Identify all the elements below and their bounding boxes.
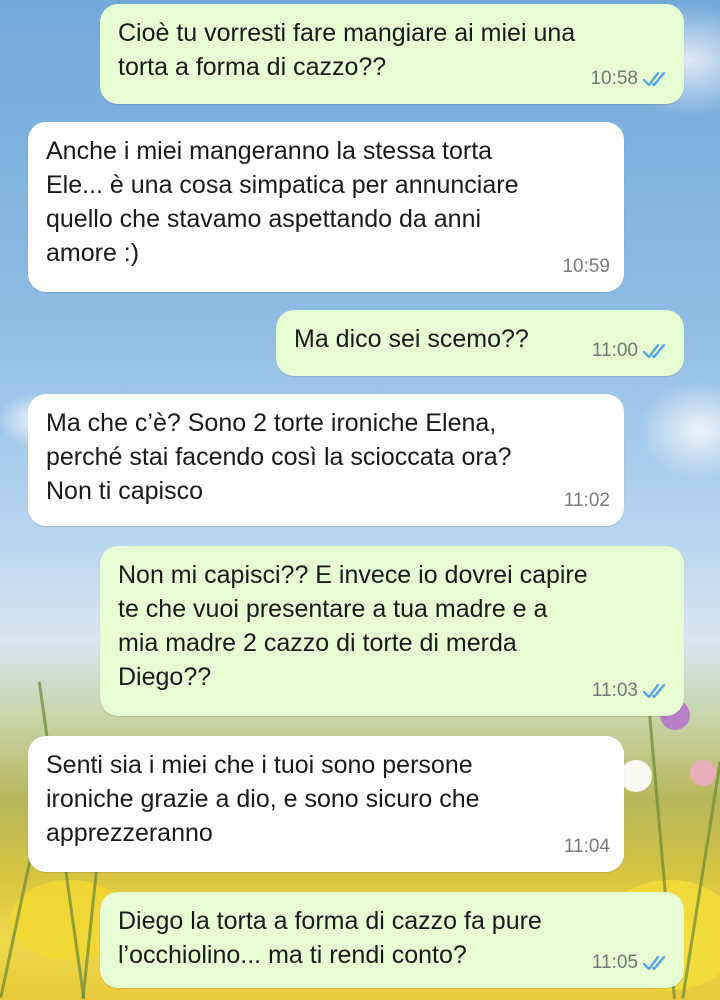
message-bubble-outgoing[interactable]: Non mi capisci?? E invece io dovrei capi… — [100, 546, 684, 716]
message-bubble-incoming[interactable]: Ma che c’è? Sono 2 torte ironiche Elena,… — [28, 394, 624, 526]
message-bubble-outgoing[interactable]: Diego la torta a forma di cazzo fa pure … — [100, 892, 684, 988]
message-text: Cioè tu vorresti fare mangiare ai miei u… — [118, 19, 576, 81]
message-time: 11:00 — [591, 340, 638, 361]
read-ticks-icon — [642, 683, 666, 699]
message-meta: 11:03 — [592, 674, 670, 708]
message-text: Diego la torta a forma di cazzo fa pure … — [118, 907, 542, 969]
message-time: 11:04 — [563, 836, 610, 857]
message-bubble-outgoing[interactable]: Cioè tu vorresti fare mangiare ai miei u… — [100, 4, 684, 104]
message-text: Anche i miei mangeranno la stessa torta … — [46, 137, 519, 267]
read-ticks-icon — [642, 343, 666, 359]
message-meta: 11:00 — [592, 334, 670, 368]
chat-message-list[interactable]: Cioè tu vorresti fare mangiare ai miei u… — [0, 0, 720, 1000]
message-text: Senti sia i miei che i tuoi sono persone… — [46, 751, 480, 847]
read-ticks-icon — [642, 955, 666, 971]
message-meta: 11:02 — [564, 484, 610, 518]
message-meta: 10:58 — [590, 62, 670, 96]
message-meta: 11:05 — [592, 946, 670, 980]
message-bubble-incoming[interactable]: Senti sia i miei che i tuoi sono persone… — [28, 736, 624, 872]
message-bubble-incoming[interactable]: Anche i miei mangeranno la stessa torta … — [28, 122, 624, 292]
message-time: 10:58 — [590, 68, 638, 89]
message-time: 11:02 — [563, 490, 610, 511]
message-meta: 10:59 — [562, 250, 610, 284]
message-meta: 11:04 — [564, 830, 610, 864]
message-time: 11:03 — [591, 680, 638, 701]
message-time: 11:05 — [591, 952, 638, 973]
message-text: Ma che c’è? Sono 2 torte ironiche Elena,… — [46, 409, 512, 505]
message-bubble-outgoing[interactable]: Ma dico sei scemo?? 11:00 — [276, 310, 684, 376]
read-ticks-icon — [642, 71, 666, 87]
message-text: Non mi capisci?? E invece io dovrei capi… — [118, 561, 588, 691]
message-time: 10:59 — [562, 256, 610, 277]
